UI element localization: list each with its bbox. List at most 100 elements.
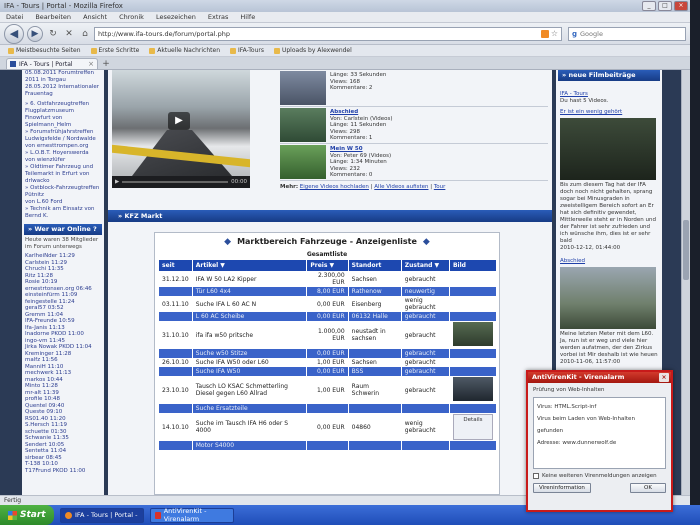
table-row[interactable]: Motor S4000 [159,441,498,450]
event-link[interactable]: drlwacko [22,178,104,185]
search-input[interactable] [580,29,682,38]
back-button[interactable]: ◀ [4,23,24,44]
abschied-thumbnail[interactable] [560,267,656,329]
vehicle-photo[interactable] [452,322,493,346]
new-tab-button[interactable]: + [100,59,112,69]
table-row[interactable]: Suche IFA W50 0,00 EUR BSS gebraucht [159,367,498,376]
video-item[interactable]: Mein W 50 Von: Peter 69 (Videos) Länge: … [280,144,548,181]
abschied-link[interactable]: Abschied [556,258,662,265]
checkbox[interactable] [533,473,539,479]
recent-event-link[interactable]: 05.08.2011 Forumtreffen [22,70,104,77]
video-item[interactable]: Abschied Von: Carlstein (Videos) Länge: … [280,107,548,144]
forward-button[interactable]: ▶ [27,25,43,42]
event-link[interactable]: Bernd K. [22,213,104,220]
event-link[interactable]: » L.O.B.T. Hoyerswerda [22,150,104,157]
recent-event-link[interactable]: 28.05.2012 Internationaler [22,84,104,91]
menu-lesezeichen[interactable]: Lesezeichen [156,13,196,21]
event-link[interactable]: » Oldtimer Fahrzeug und [22,164,104,171]
ifa-tours-link[interactable]: IFA - Tours [556,91,662,98]
menu-datei[interactable]: Datei [6,13,23,21]
play-icon[interactable]: ▶ [168,112,190,130]
close-window-button[interactable]: × [674,1,688,11]
tour-link[interactable]: Tour [434,184,446,190]
play-button[interactable]: ▶ [115,179,119,185]
av-suppress-checkbox[interactable]: Keine weiteren Virenmeldungen anzeigen [528,471,671,481]
event-link[interactable]: von ernesttrompen.org [22,143,104,150]
stop-icon[interactable]: ✕ [62,27,76,41]
virus-info-button[interactable]: Vireninformation [533,483,591,493]
maximize-button[interactable]: □ [658,1,672,11]
minimize-button[interactable]: _ [642,1,656,11]
tab-portal[interactable]: IFA - Tours | Portal × [6,58,98,69]
bookmark-uploads[interactable]: Uploads by Alexwendel [273,47,352,54]
details-link[interactable]: Details [452,414,493,440]
event-link[interactable]: » 6. Ostfahrzeugtreffen Flugplatzmuseum [22,101,104,115]
online-user[interactable]: T17Frund PKOD 11:00 [22,468,104,475]
start-button[interactable]: Start [0,505,54,525]
event-link[interactable]: » Technik am Einsatz von [22,206,104,213]
event-link[interactable]: von wienzlüfer [22,157,104,164]
close-tab-icon[interactable]: × [88,60,94,68]
table-row[interactable]: Suche w50 Stitze 0,00 EUR gebraucht [159,349,498,358]
video-item[interactable]: Länge: 33 Sekunden Views: 168 Kommentare… [280,70,548,107]
video-player[interactable]: ▶ ▶ 00:00 [112,70,250,188]
column-header[interactable]: Zustand ▼ [401,260,450,271]
recent-event-link[interactable]: 2011 in Torgau [22,77,104,84]
table-row[interactable]: 31.12.10 IFA W 50 LA2 Kipper 2.300,00 EUR S… [159,271,498,287]
home-icon[interactable]: ⌂ [78,27,92,41]
table-row[interactable]: Suche Ersatzteile [159,404,498,413]
task-firefox[interactable]: IFA - Tours | Portal - [60,507,144,523]
event-link[interactable]: Spielmann_Helm [22,122,104,129]
table-row[interactable]: L 60 AC Scheibe 0,00 EUR 06132 Halle gebrau… [159,312,498,321]
table-row[interactable]: 26.10.10 Suche IFA W50 oder L60 1,00 EUR Sa… [159,358,498,367]
film-thumbnail[interactable] [560,118,656,180]
page-scrollbar[interactable] [681,70,690,495]
table-row[interactable]: 23.10.10 Tausch LO KSAC Schmetterling Die… [159,376,498,404]
event-link[interactable]: Ludwigsfelde / Nordwalde [22,136,104,143]
column-header[interactable]: Standort [348,260,402,271]
upload-videos-link[interactable]: Eigene Videos hochladen [300,184,369,190]
column-header[interactable]: Preis ▼ [306,260,349,271]
table-row[interactable]: 31.10.10 ifa ifa w50 pritsche 1.000,00 EUR… [159,321,498,349]
video-thumbnail[interactable] [280,145,326,179]
rss-icon[interactable] [540,29,549,38]
video-thumbnail[interactable] [280,71,326,105]
online-user[interactable]: Jirka Nowak PKOD 11:04 [22,344,104,351]
vehicle-photo[interactable] [452,377,493,401]
list-videos-link[interactable]: Alle Videos aufisten [374,184,428,190]
table-row[interactable]: Tür L60 4x4 8,00 EUR Rathenow neuwertig [159,287,498,296]
close-icon[interactable]: × [659,373,669,382]
bookmark-ifa-tours[interactable]: IFA-Tours [230,47,264,54]
ok-button[interactable]: OK [630,483,666,493]
recent-event-link[interactable]: Frauentag [22,91,104,98]
video-thumbnail[interactable] [280,108,326,142]
table-row[interactable]: 14.10.10 Suche im Tausch IFA H6 oder S 40… [159,413,498,441]
bookmark-nachrichten[interactable]: Aktuelle Nachrichten [149,47,220,54]
film-link[interactable]: Er ist ein wenig gehört [556,109,662,116]
event-link[interactable]: Finowfurt von [22,115,104,122]
video-controls[interactable]: ▶ 00:00 [112,176,250,188]
event-link[interactable]: » Ostblock-Fahrzeugtreffen Pütnitz [22,185,104,199]
video-seekbar[interactable] [122,181,229,183]
url-input[interactable] [98,29,539,38]
reload-icon[interactable]: ↻ [46,27,60,41]
table-row[interactable]: 03.11.10 Suche IFA L 60 AC N 0,00 EUR Eisen… [159,296,498,312]
column-header[interactable]: Bild [449,260,498,271]
menu-hilfe[interactable]: Hilfe [240,13,255,21]
search-bar[interactable]: g [568,26,686,41]
menu-extras[interactable]: Extras [208,13,229,21]
task-antivirus[interactable]: AntiVirenKit - Virenalarm [150,507,234,523]
bookmark-meistbesuchte[interactable]: Meistbesuchte Seiten [8,47,81,54]
event-link[interactable]: von L.60 Ford [22,199,104,206]
menu-ansicht[interactable]: Ansicht [83,13,107,21]
bookmark-erste-schritte[interactable]: Erste Schritte [90,47,139,54]
event-link[interactable]: » Forumsfrühjahrstreffen [22,129,104,136]
menu-chronik[interactable]: Chronik [119,13,144,21]
url-bar[interactable]: ☆ [94,26,562,41]
column-header[interactable]: Artikel ▼ [192,260,308,271]
column-header[interactable]: seit [159,260,193,271]
event-link[interactable]: Teilemarkt in Erfurt von [22,171,104,178]
menu-bearbeiten[interactable]: Bearbeiten [35,13,71,21]
bookmark-star-icon[interactable]: ☆ [551,29,558,38]
scrollbar-thumb[interactable] [683,220,689,280]
